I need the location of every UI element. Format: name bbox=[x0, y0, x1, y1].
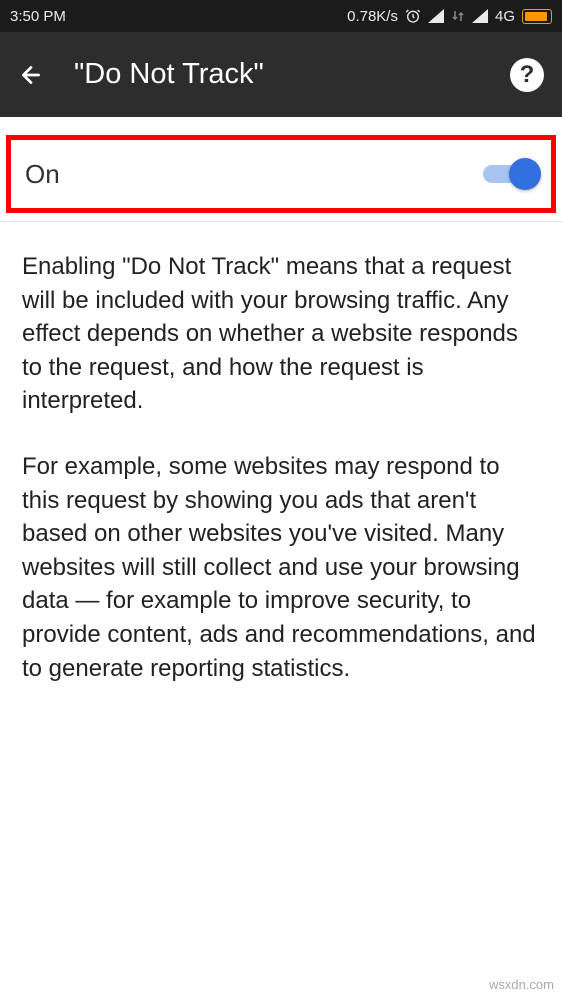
status-time: 3:50 PM bbox=[10, 8, 66, 25]
back-arrow-icon[interactable] bbox=[18, 62, 44, 88]
app-bar: "Do Not Track" ? bbox=[0, 32, 562, 117]
toggle-thumb bbox=[509, 158, 541, 190]
do-not-track-toggle[interactable] bbox=[483, 163, 537, 185]
help-icon[interactable]: ? bbox=[510, 58, 544, 92]
page-title: "Do Not Track" bbox=[74, 58, 510, 91]
description-paragraph-2: For example, some websites may respond t… bbox=[22, 450, 540, 685]
signal-icon-2 bbox=[472, 9, 488, 23]
watermark: wsxdn.com bbox=[489, 977, 554, 992]
toggle-row[interactable]: On bbox=[6, 135, 556, 213]
description-text: Enabling "Do Not Track" means that a req… bbox=[0, 222, 562, 685]
signal-icon-1 bbox=[428, 9, 444, 23]
network-speed: 0.78K/s bbox=[347, 8, 398, 25]
toggle-label: On bbox=[25, 159, 60, 190]
status-bar: 3:50 PM 0.78K/s 4G bbox=[0, 0, 562, 32]
alarm-icon bbox=[405, 8, 421, 24]
description-paragraph-1: Enabling "Do Not Track" means that a req… bbox=[22, 250, 540, 418]
data-transfer-icon bbox=[451, 9, 465, 23]
network-type: 4G bbox=[495, 8, 515, 25]
status-indicators: 0.78K/s 4G bbox=[347, 8, 552, 25]
battery-icon bbox=[522, 9, 552, 24]
